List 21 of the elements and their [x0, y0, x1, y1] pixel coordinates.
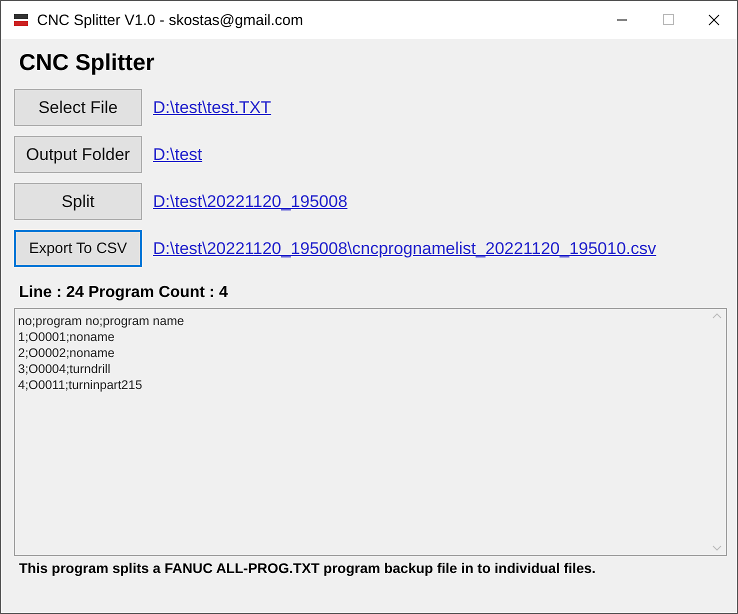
output-line: 1;O0001;noname [18, 329, 116, 345]
path-link[interactable]: D:\test\20221120_195008\cncprognamelist_20221120_195010.csv [153, 238, 656, 258]
app-logo-icon [13, 13, 29, 27]
path-link[interactable]: D:\test\test.TXT [153, 98, 272, 118]
output-line: 3;O0004;turndrill [18, 361, 112, 377]
output-line: 2;O0002;noname [18, 345, 116, 361]
action-button[interactable]: Select File [14, 89, 142, 126]
scroll-down-icon[interactable] [712, 545, 722, 551]
output-line: 4;O0011;turninpart215 [18, 377, 144, 393]
action-button[interactable]: Export To CSV [14, 230, 142, 267]
output-text-area[interactable]: no;program no;program name 1;O0001;noname 2;O0002;noname 3;O0004;turndrill 4;O0011;turninpart215 [14, 308, 727, 556]
window-title: CNC Splitter V1.0 - skostas@gmail.com [37, 12, 304, 28]
path-link[interactable]: D:\test\20221120_195008 [153, 192, 348, 212]
footer-note: This program splits a FANUC ALL-PROG.TXT program backup file in to individual files. [19, 560, 597, 576]
status-text: Line : 24 Program Count : 4 [19, 284, 229, 302]
app-heading: CNC Splitter [19, 49, 156, 76]
output-line: no;program no;program name [18, 313, 186, 329]
action-button[interactable]: Split [14, 183, 142, 220]
path-link[interactable]: D:\test [153, 144, 202, 164]
scroll-up-icon[interactable] [712, 313, 722, 319]
action-button[interactable]: Output Folder [14, 136, 142, 173]
